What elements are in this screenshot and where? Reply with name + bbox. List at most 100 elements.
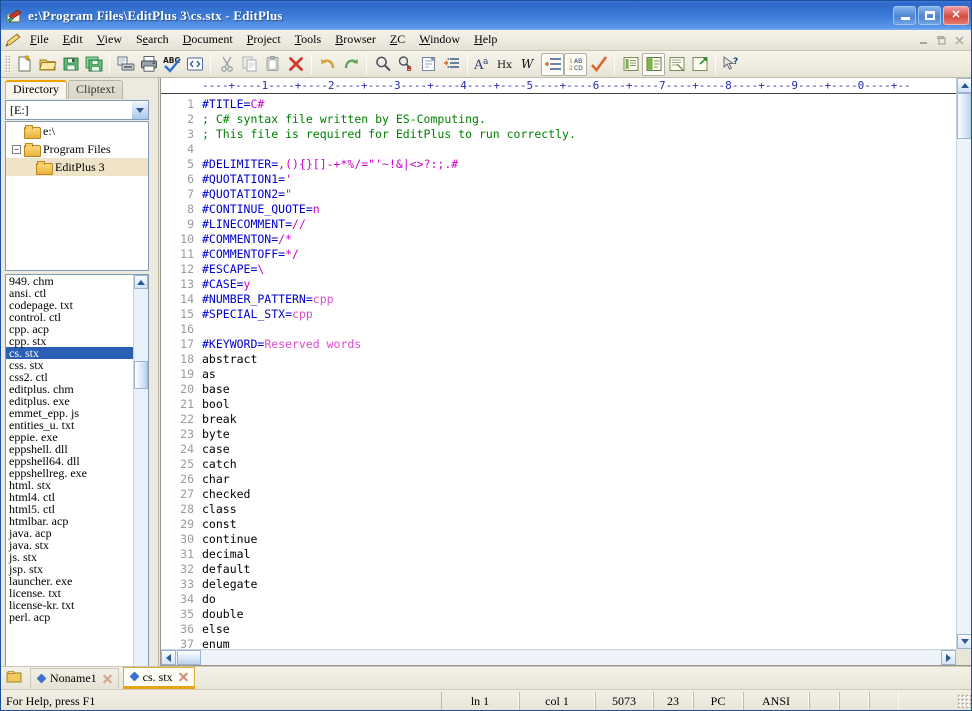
copy-icon[interactable] [238,53,261,76]
code-line[interactable]: catch [202,457,956,472]
scrollbar-thumb[interactable] [177,650,201,665]
cut-icon[interactable] [215,53,238,76]
code-line[interactable]: #TITLE=C# [202,97,956,112]
document-selector-icon[interactable] [619,53,642,76]
menu-edit[interactable]: Edit [56,30,90,50]
tree-node-program-files[interactable]: − Program Files [6,140,148,158]
menu-search[interactable]: Search [129,30,176,50]
code-line[interactable]: #QUOTATION2=" [202,187,956,202]
new-file-icon[interactable] [13,53,36,76]
code-line[interactable]: #CASE=y [202,277,956,292]
save-all-icon[interactable] [82,53,105,76]
word-wrap-icon[interactable]: W [518,53,541,76]
minimize-button[interactable] [893,6,916,25]
code-line[interactable]: else [202,622,956,637]
code-line[interactable]: case [202,442,956,457]
editor-horizontal-scrollbar[interactable] [161,649,956,665]
code-line[interactable]: #DELIMITER=,(){}[]-+*%/="'~!&|<>?:;.# [202,157,956,172]
code-line[interactable]: ; C# syntax file written by ES-Computing… [202,112,956,127]
column-mode-icon[interactable]: 1 AB 2 CD [564,53,587,76]
maximize-button[interactable] [918,6,941,25]
code-line[interactable]: byte [202,427,956,442]
code-line[interactable]: continue [202,532,956,547]
chevron-down-icon[interactable] [131,101,148,119]
paste-icon[interactable] [261,53,284,76]
file-list-item[interactable]: perl. acp [6,611,133,623]
view-in-browser-icon[interactable] [183,53,206,76]
code-line[interactable]: #QUOTATION1=' [202,172,956,187]
menu-help[interactable]: Help [467,30,504,50]
menu-window[interactable]: Window [412,30,467,50]
code-line[interactable]: as [202,367,956,382]
menu-browser[interactable]: Browser [328,30,383,50]
scrollbar-thumb[interactable] [134,361,148,389]
delete-icon[interactable] [284,53,307,76]
code-line[interactable]: checked [202,487,956,502]
open-window-icon[interactable] [688,53,711,76]
spell-check-icon[interactable]: ABC [160,53,183,76]
close-tab-icon[interactable] [177,671,189,683]
scroll-left-button[interactable] [161,650,176,665]
mdi-restore-button[interactable] [933,33,950,48]
menu-view[interactable]: View [90,30,129,50]
save-file-icon[interactable] [59,53,82,76]
code-area[interactable]: 1234567891011121314151617181920212223242… [161,95,956,648]
code-line[interactable]: #KEYWORD=Reserved words [202,337,956,352]
find-replace-icon[interactable]: B [394,53,417,76]
menu-project[interactable]: Project [240,30,288,50]
code-line[interactable]: double [202,607,956,622]
code-text[interactable]: #TITLE=C#; C# syntax file written by ES-… [202,95,956,648]
code-line[interactable]: #COMMENTOFF=*/ [202,247,956,262]
folder-icon[interactable] [6,670,26,686]
clip-window-icon[interactable] [665,53,688,76]
code-line[interactable]: default [202,562,956,577]
mdi-close-button[interactable] [951,33,968,48]
menu-file[interactable]: FFileile [23,30,56,50]
code-line[interactable]: delegate [202,577,956,592]
drive-combo[interactable]: [E:] [5,100,149,120]
code-line[interactable]: #LINECOMMENT=// [202,217,956,232]
tree-node-root[interactable]: e:\ [6,122,148,140]
code-line[interactable]: #SPECIAL_STX=cpp [202,307,956,322]
hex-view-icon[interactable]: Hx [495,53,518,76]
open-file-icon[interactable] [36,53,59,76]
mdi-minimize-button[interactable] [915,33,932,48]
code-line[interactable]: abstract [202,352,956,367]
folder-tree[interactable]: e:\ − Program Files EditPlus 3 [5,121,149,271]
toggle-case-icon[interactable]: A a [472,53,495,76]
editor-vertical-scrollbar[interactable] [956,78,972,649]
text-editor[interactable]: ----+----1----+----2----+----3----+----4… [160,78,972,666]
scroll-up-button[interactable] [957,78,972,93]
redo-icon[interactable] [339,53,362,76]
show-spaces-icon[interactable] [541,53,564,76]
scroll-down-button[interactable] [957,634,972,649]
code-line[interactable]: #NUMBER_PATTERN=cpp [202,292,956,307]
code-line[interactable]: decimal [202,547,956,562]
collapse-icon[interactable]: − [12,145,21,154]
menu-document[interactable]: Document [176,30,240,50]
code-line[interactable]: bool [202,397,956,412]
close-tab-icon[interactable] [101,673,113,685]
scroll-up-button[interactable] [134,275,148,289]
find-icon[interactable] [371,53,394,76]
menu-zc[interactable]: ZC [383,30,412,50]
code-line[interactable]: #COMMENTON=/* [202,232,956,247]
file-list[interactable]: 949. chmansi. ctlcodepage. txtcontrol. c… [5,274,149,711]
code-line[interactable] [202,322,956,337]
code-line[interactable]: #ESCAPE=\ [202,262,956,277]
doc-tab-noname1[interactable]: Noname1 [30,668,119,688]
toolbar-grip[interactable] [5,55,11,74]
close-button[interactable]: ✕ [943,6,969,25]
code-line[interactable]: enum [202,637,956,648]
function-list-icon[interactable] [440,53,463,76]
code-line[interactable]: char [202,472,956,487]
tree-node-editplus3[interactable]: EditPlus 3 [6,158,148,176]
code-line[interactable]: do [202,592,956,607]
undo-icon[interactable] [316,53,339,76]
file-list-scrollbar[interactable] [133,275,148,711]
code-line[interactable]: base [202,382,956,397]
print-icon[interactable] [137,53,160,76]
tab-directory[interactable]: Directory [5,80,67,99]
context-help-icon[interactable]: ? [720,53,743,76]
code-line[interactable]: const [202,517,956,532]
